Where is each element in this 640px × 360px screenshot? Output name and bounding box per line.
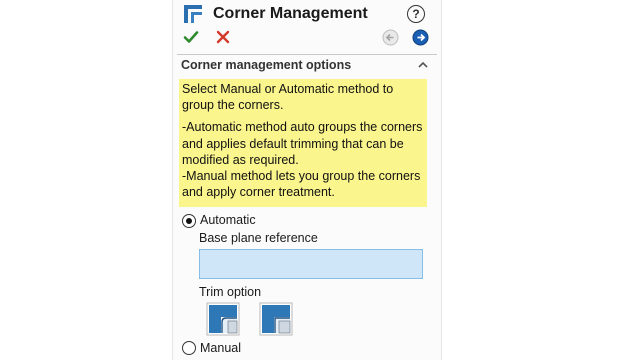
back-arrow-icon[interactable] (382, 29, 399, 46)
base-plane-reference-field[interactable] (199, 249, 423, 279)
page-title: Corner Management (213, 5, 368, 22)
manual-label: Manual (200, 341, 241, 355)
automatic-label: Automatic (200, 213, 256, 227)
property-manager-panel: Corner Management ? Corner management op… (172, 0, 442, 360)
checkmark-icon[interactable] (183, 29, 199, 45)
divider (177, 54, 437, 55)
trim-option-2-icon[interactable] (259, 302, 293, 336)
x-icon[interactable] (215, 29, 231, 45)
info-message: Select Manual or Automatic method to gro… (179, 79, 427, 207)
info-text-2: -Automatic method auto groups the corner… (182, 120, 423, 167)
title-bar: Corner Management ? (181, 4, 433, 26)
group-title: Corner management options (181, 58, 352, 72)
info-text-3: -Manual method lets you group the corner… (182, 169, 421, 200)
help-icon[interactable]: ? (407, 5, 425, 23)
corner-management-icon (184, 5, 202, 23)
base-plane-label: Base plane reference (199, 231, 318, 245)
group-header[interactable]: Corner management options (181, 58, 433, 76)
trim-option-label: Trim option (199, 285, 262, 299)
forward-arrow-icon[interactable] (412, 29, 429, 46)
automatic-radio[interactable] (182, 214, 196, 228)
action-bar (181, 28, 433, 50)
manual-radio[interactable] (182, 341, 196, 355)
trim-option-1-icon[interactable] (206, 302, 240, 336)
chevron-up-icon[interactable] (417, 60, 429, 70)
info-text-1: Select Manual or Automatic method to gro… (182, 82, 394, 113)
